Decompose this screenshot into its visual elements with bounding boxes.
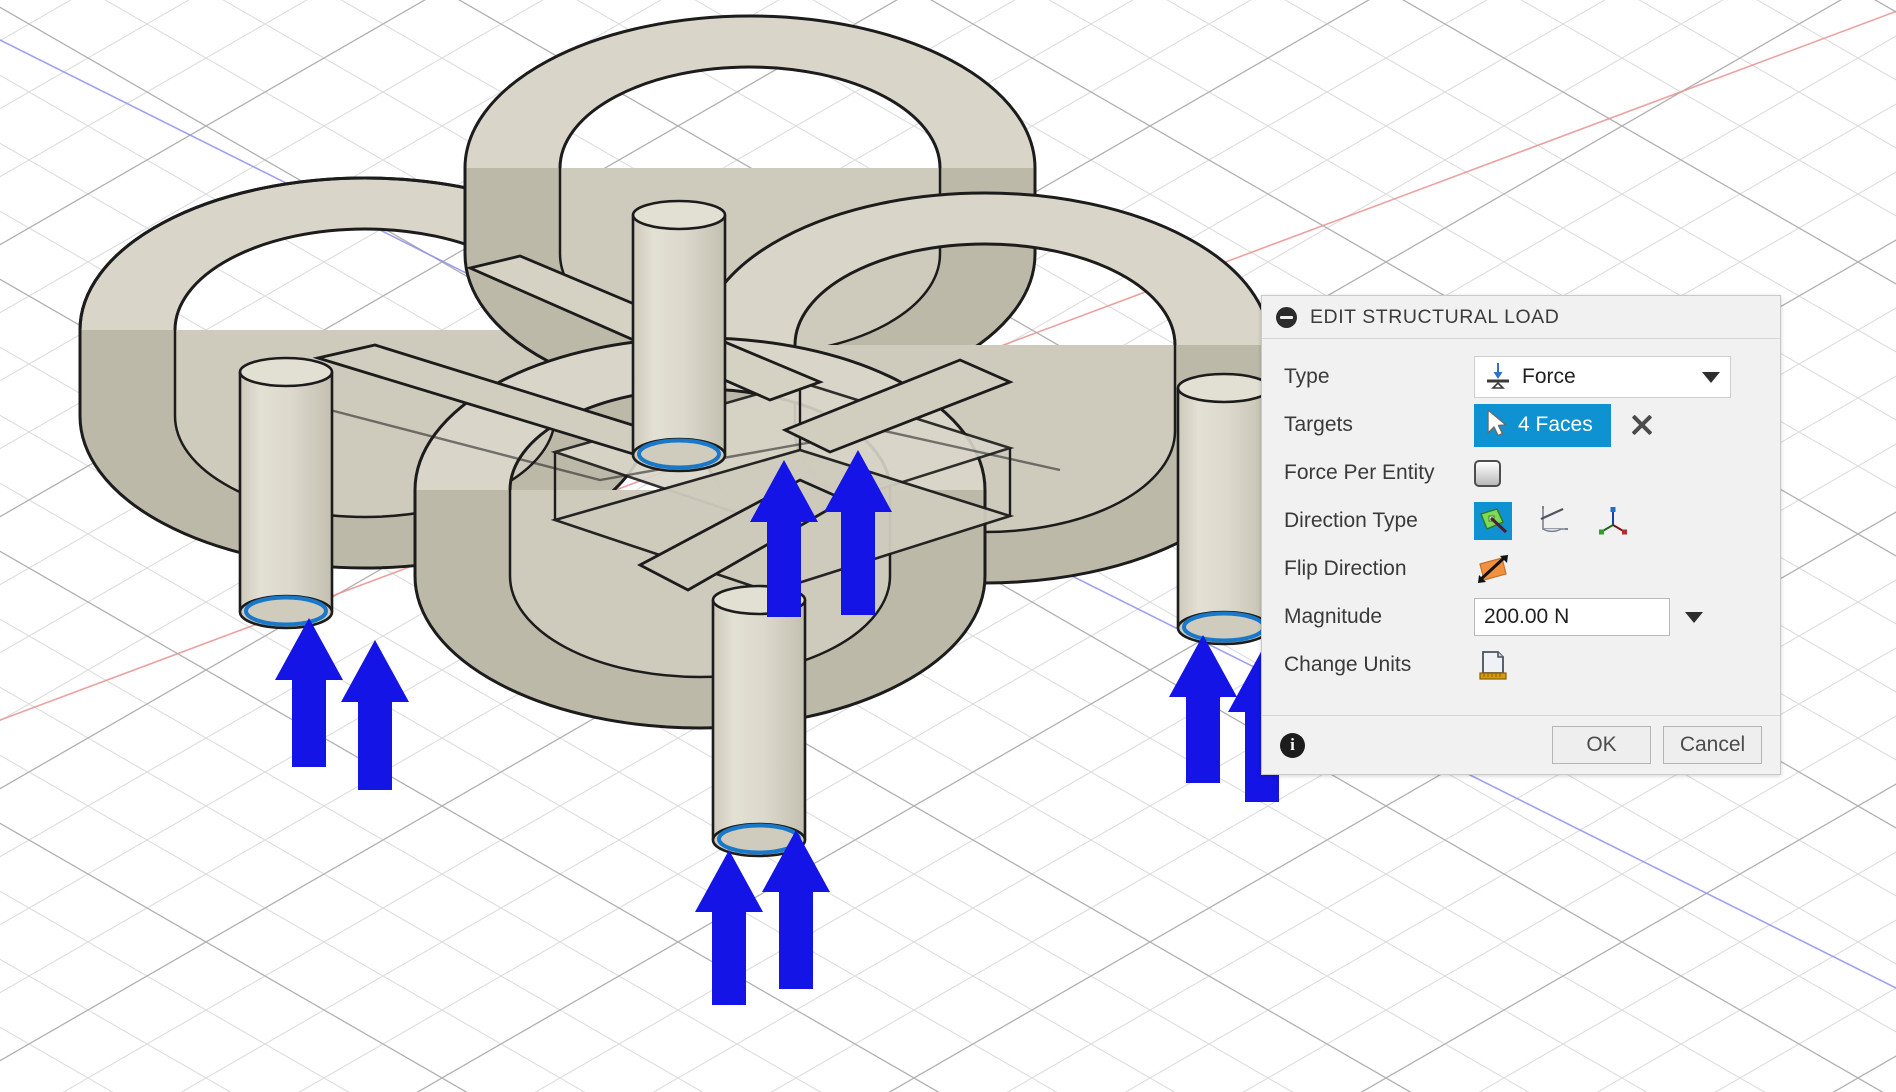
document-ruler-icon[interactable] [1474, 646, 1512, 684]
checkbox-unchecked-icon[interactable] [1474, 459, 1501, 487]
magnitude-input[interactable]: 200.00 N [1474, 598, 1670, 636]
application-window: EDIT STRUCTURAL LOAD Type Force Targets … [0, 0, 1896, 1092]
force-load-icon [1483, 360, 1513, 395]
row-targets: Targets 4 Faces [1262, 401, 1780, 449]
row-direction-type: Direction Type [1262, 497, 1780, 545]
normal-to-face-icon[interactable] [1474, 502, 1512, 540]
edit-structural-load-dialog[interactable]: EDIT STRUCTURAL LOAD Type Force Targets … [1261, 295, 1781, 775]
row-magnitude: Magnitude 200.00 N [1262, 593, 1780, 641]
row-type: Type Force [1262, 353, 1780, 401]
dialog-footer: i OK Cancel [1262, 715, 1780, 774]
label-magnitude: Magnitude [1284, 605, 1383, 628]
dialog-titlebar[interactable]: EDIT STRUCTURAL LOAD [1262, 296, 1780, 339]
flip-direction-icon[interactable] [1474, 550, 1512, 588]
label-force-per-entity: Force Per Entity [1284, 461, 1435, 484]
motor-tube-rear-right[interactable] [631, 199, 727, 473]
motor-tube-front[interactable] [711, 584, 807, 858]
row-flip-direction: Flip Direction [1262, 545, 1780, 593]
minus-circle-icon[interactable] [1276, 306, 1297, 328]
label-flip-direction: Flip Direction [1284, 557, 1407, 580]
label-targets: Targets [1284, 413, 1353, 436]
cursor-arrow-icon [1482, 407, 1512, 444]
chevron-down-icon[interactable] [1685, 611, 1703, 623]
chevron-down-icon[interactable] [1702, 371, 1720, 383]
label-type: Type [1284, 365, 1330, 388]
xyz-components-icon[interactable] [1594, 502, 1632, 540]
motor-tube-left[interactable] [238, 356, 334, 630]
motor-tube-right[interactable] [1176, 372, 1272, 646]
targets-selection-button[interactable]: 4 Faces [1474, 403, 1611, 447]
label-change-units: Change Units [1284, 653, 1412, 676]
type-value: Force [1522, 365, 1576, 388]
label-direction-type: Direction Type [1284, 509, 1418, 532]
targets-count: 4 Faces [1518, 413, 1593, 436]
row-change-units: Change Units [1262, 641, 1780, 689]
row-force-per-entity: Force Per Entity [1262, 449, 1780, 497]
dialog-title: EDIT STRUCTURAL LOAD [1310, 305, 1560, 328]
dialog-body: Type Force Targets 4 Faces Force Per Ent… [1262, 339, 1780, 715]
close-x-icon[interactable] [1629, 412, 1655, 438]
cancel-button[interactable]: Cancel [1663, 726, 1762, 764]
info-icon[interactable]: i [1280, 732, 1305, 758]
angle-direction-icon[interactable] [1534, 502, 1572, 540]
type-dropdown[interactable]: Force [1474, 356, 1731, 398]
ok-button[interactable]: OK [1552, 726, 1651, 764]
